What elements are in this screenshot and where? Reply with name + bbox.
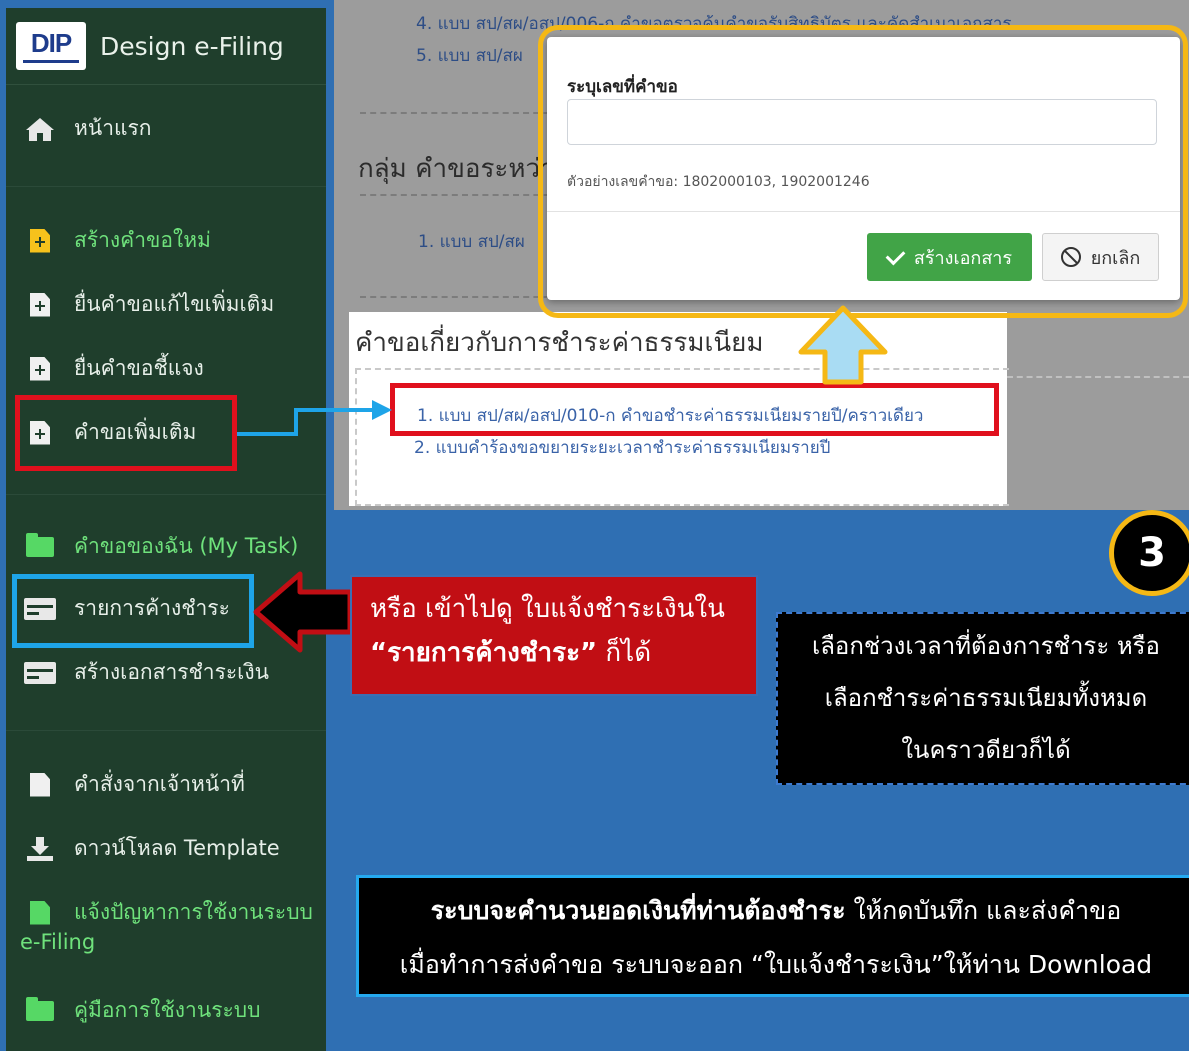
connector-arrow-line xyxy=(237,408,372,436)
payment-period-callout: เลือกช่วงเวลาที่ต้องการชำระ หรือ เลือกชำ… xyxy=(776,612,1189,785)
outstanding-payments-callout: หรือ เข้าไปดู ใบแจ้งชำระเงินใน “รายการค้… xyxy=(350,575,758,696)
left-arrow xyxy=(253,571,353,653)
up-arrow xyxy=(798,305,888,385)
connector-arrow-head xyxy=(372,400,392,420)
step-number-badge: 3 xyxy=(1109,510,1189,596)
calculation-info-callout: ระบบจะคำนวนยอดเงินที่ท่านต้องชำระ ให้กดบ… xyxy=(356,875,1189,997)
